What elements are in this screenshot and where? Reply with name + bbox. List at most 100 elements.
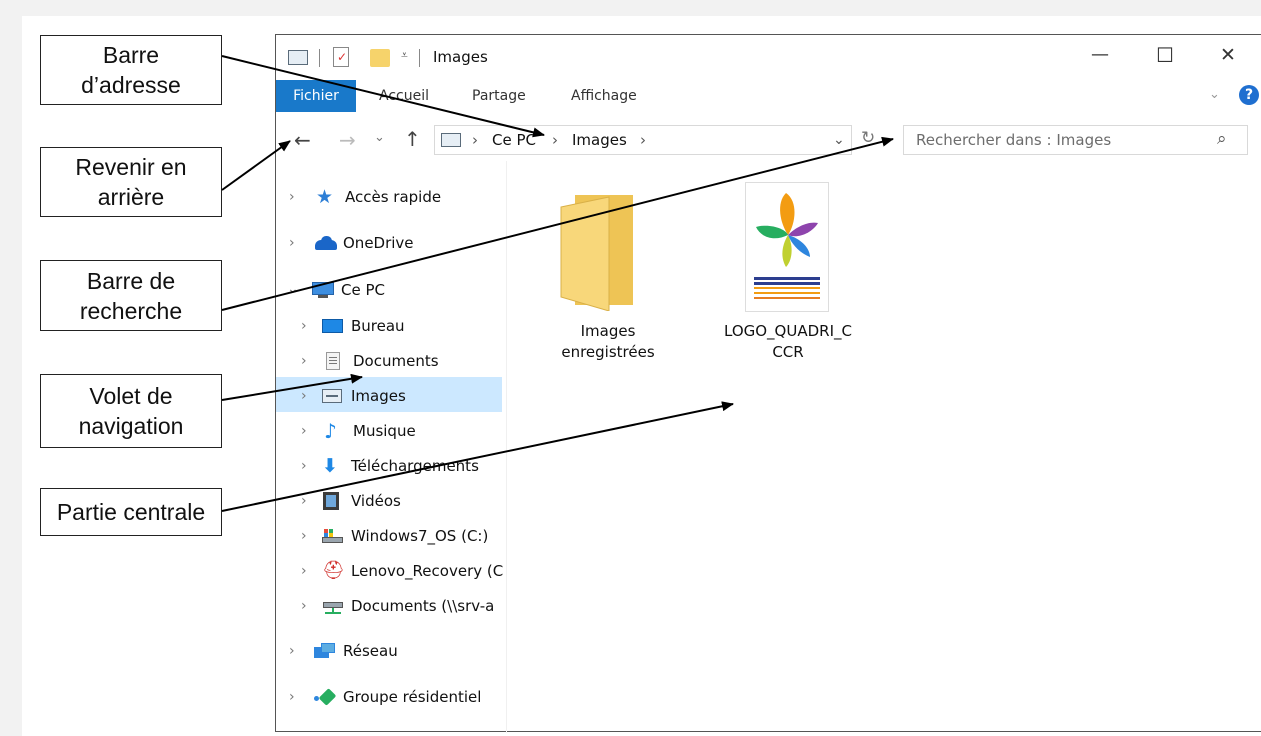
tab-affichage[interactable]: Affichage	[571, 88, 637, 104]
file-explorer-window: ✓ ⩡ Images — ☐ ✕ Fichier Accueil Partage…	[275, 34, 1261, 733]
image-file-icon	[745, 182, 829, 312]
star-icon: ★	[316, 186, 334, 208]
expand-chevron-icon[interactable]: ›	[301, 458, 307, 474]
search-input[interactable]: Rechercher dans : Images	[916, 131, 1111, 149]
up-arrow-icon[interactable]: ↑	[404, 127, 421, 151]
nav-item-groupe-residentiel[interactable]: Groupe résidentiel	[314, 682, 481, 712]
nav-item-label: Bureau	[351, 317, 405, 335]
breadcrumb-separator-icon: ›	[640, 131, 646, 149]
search-box[interactable]: Rechercher dans : Images ⌕	[903, 125, 1248, 155]
figure-canvas: ✓ ⩡ Images — ☐ ✕ Fichier Accueil Partage…	[0, 0, 1261, 736]
nav-item-telechargements[interactable]: ⬇ Téléchargements	[322, 451, 479, 481]
callout-volet-navigation: Volet de navigation	[40, 374, 222, 448]
separator	[319, 49, 320, 67]
nav-item-lenovo-recovery[interactable]: ⛑ Lenovo_Recovery (C	[322, 556, 503, 586]
folder-label-line1: Images	[580, 322, 636, 340]
nav-item-videos[interactable]: Vidéos	[322, 486, 401, 516]
folder-item[interactable]: Images enregistrées	[538, 180, 678, 380]
expand-chevron-icon[interactable]: ›	[301, 493, 307, 509]
music-icon: ♪	[324, 419, 337, 443]
drive-icon	[322, 527, 343, 545]
nav-item-documents-network[interactable]: Documents (\\srv-a	[322, 591, 494, 621]
expand-chevron-icon[interactable]: ›	[301, 528, 307, 544]
nav-item-label: Lenovo_Recovery (C	[351, 562, 504, 580]
nav-item-label: Windows7_OS (C:)	[351, 527, 489, 545]
maximize-button[interactable]: ☐	[1156, 43, 1174, 67]
nav-item-label: Groupe résidentiel	[343, 688, 482, 706]
expand-chevron-icon[interactable]: ›	[301, 318, 307, 334]
nav-item-onedrive[interactable]: OneDrive	[314, 228, 414, 258]
expand-chevron-icon[interactable]: ›	[301, 598, 307, 614]
nav-item-label: Réseau	[343, 642, 398, 660]
nav-item-label: Images	[351, 387, 406, 405]
breadcrumb-separator-icon: ›	[472, 131, 478, 149]
desktop-icon	[322, 317, 343, 335]
nav-item-label: Accès rapide	[345, 188, 442, 206]
nav-item-label: Documents	[353, 352, 439, 370]
document-icon	[324, 352, 344, 370]
nav-item-ce-pc[interactable]: Ce PC	[312, 275, 385, 305]
callout-barre-adresse: Barre d’adresse	[40, 35, 222, 105]
window-title: Images	[433, 48, 488, 66]
new-folder-icon[interactable]	[370, 49, 390, 67]
separator	[419, 49, 420, 67]
expand-chevron-icon[interactable]: ›	[289, 189, 295, 205]
breadcrumb-separator-icon: ›	[552, 131, 558, 149]
help-icon[interactable]: ?	[1239, 85, 1259, 105]
cloud-icon	[314, 234, 337, 252]
nav-item-bureau[interactable]: Bureau	[322, 311, 405, 341]
nav-item-label: Vidéos	[351, 492, 401, 510]
expand-chevron-icon[interactable]: ›	[289, 235, 295, 251]
properties-icon[interactable]: ✓	[333, 47, 349, 67]
collapse-chevron-icon[interactable]: ⌄	[287, 281, 299, 297]
forward-arrow-icon[interactable]: →	[339, 128, 356, 152]
nav-item-images[interactable]: Images	[322, 381, 406, 411]
computer-icon	[312, 281, 334, 299]
pictures-icon	[322, 387, 342, 405]
folder-icon	[559, 193, 633, 312]
address-dropdown-icon[interactable]: ⌄	[833, 132, 845, 148]
nav-item-windows7-os[interactable]: Windows7_OS (C:)	[322, 521, 488, 551]
window-app-icon	[288, 50, 308, 65]
nav-item-reseau[interactable]: Réseau	[314, 636, 398, 666]
image-file-label-line2: CCR	[772, 343, 804, 361]
nav-item-label: Ce PC	[341, 281, 385, 299]
callout-barre-recherche: Barre de recherche	[40, 260, 222, 331]
nav-item-label: Documents (\\srv-a	[351, 597, 495, 615]
nav-item-label: Musique	[353, 422, 416, 440]
breadcrumb-images[interactable]: Images	[572, 131, 627, 149]
image-file-item[interactable]: LOGO_QUADRI_C CCR	[713, 180, 863, 380]
nav-item-acces-rapide[interactable]: ★ Accès rapide	[316, 182, 441, 212]
back-arrow-icon[interactable]: ←	[294, 128, 311, 152]
nav-item-documents[interactable]: Documents	[324, 346, 439, 376]
recent-locations-chevron-icon[interactable]: ⌄	[374, 130, 385, 145]
callout-revenir-arriere: Revenir en arrière	[40, 147, 222, 217]
tab-partage[interactable]: Partage	[472, 88, 526, 104]
tab-fichier[interactable]: Fichier	[276, 80, 356, 112]
nav-item-musique[interactable]: ♪ Musique	[324, 416, 416, 446]
expand-chevron-icon[interactable]: ›	[301, 423, 307, 439]
video-icon	[322, 492, 342, 510]
expand-chevron-icon[interactable]: ›	[289, 643, 295, 659]
address-bar[interactable]: › Ce PC › Images › ⌄	[434, 125, 852, 155]
minimize-button[interactable]: —	[1091, 44, 1109, 65]
expand-chevron-icon[interactable]: ›	[301, 563, 307, 579]
ribbon-expand-icon[interactable]: ⌄	[1209, 87, 1220, 102]
breadcrumb-ce-pc[interactable]: Ce PC	[492, 131, 536, 149]
nav-item-label: OneDrive	[343, 234, 414, 252]
title-bar: ✓ ⩡ Images — ☐ ✕	[276, 35, 1261, 79]
expand-chevron-icon[interactable]: ›	[289, 689, 295, 705]
network-drive-icon	[322, 597, 343, 615]
nav-item-label: Téléchargements	[351, 457, 479, 475]
folder-label-line2: enregistrées	[561, 343, 655, 361]
homegroup-icon	[314, 688, 337, 706]
quick-access-dropdown-icon[interactable]: ⩡	[401, 48, 408, 63]
expand-chevron-icon[interactable]: ›	[301, 353, 307, 369]
close-button[interactable]: ✕	[1220, 44, 1236, 66]
network-icon	[314, 642, 335, 660]
refresh-icon[interactable]: ↻	[861, 128, 875, 148]
download-icon: ⬇	[322, 455, 338, 477]
tab-accueil[interactable]: Accueil	[379, 88, 429, 104]
expand-chevron-icon[interactable]: ›	[301, 388, 307, 404]
search-icon[interactable]: ⌕	[1217, 129, 1227, 149]
